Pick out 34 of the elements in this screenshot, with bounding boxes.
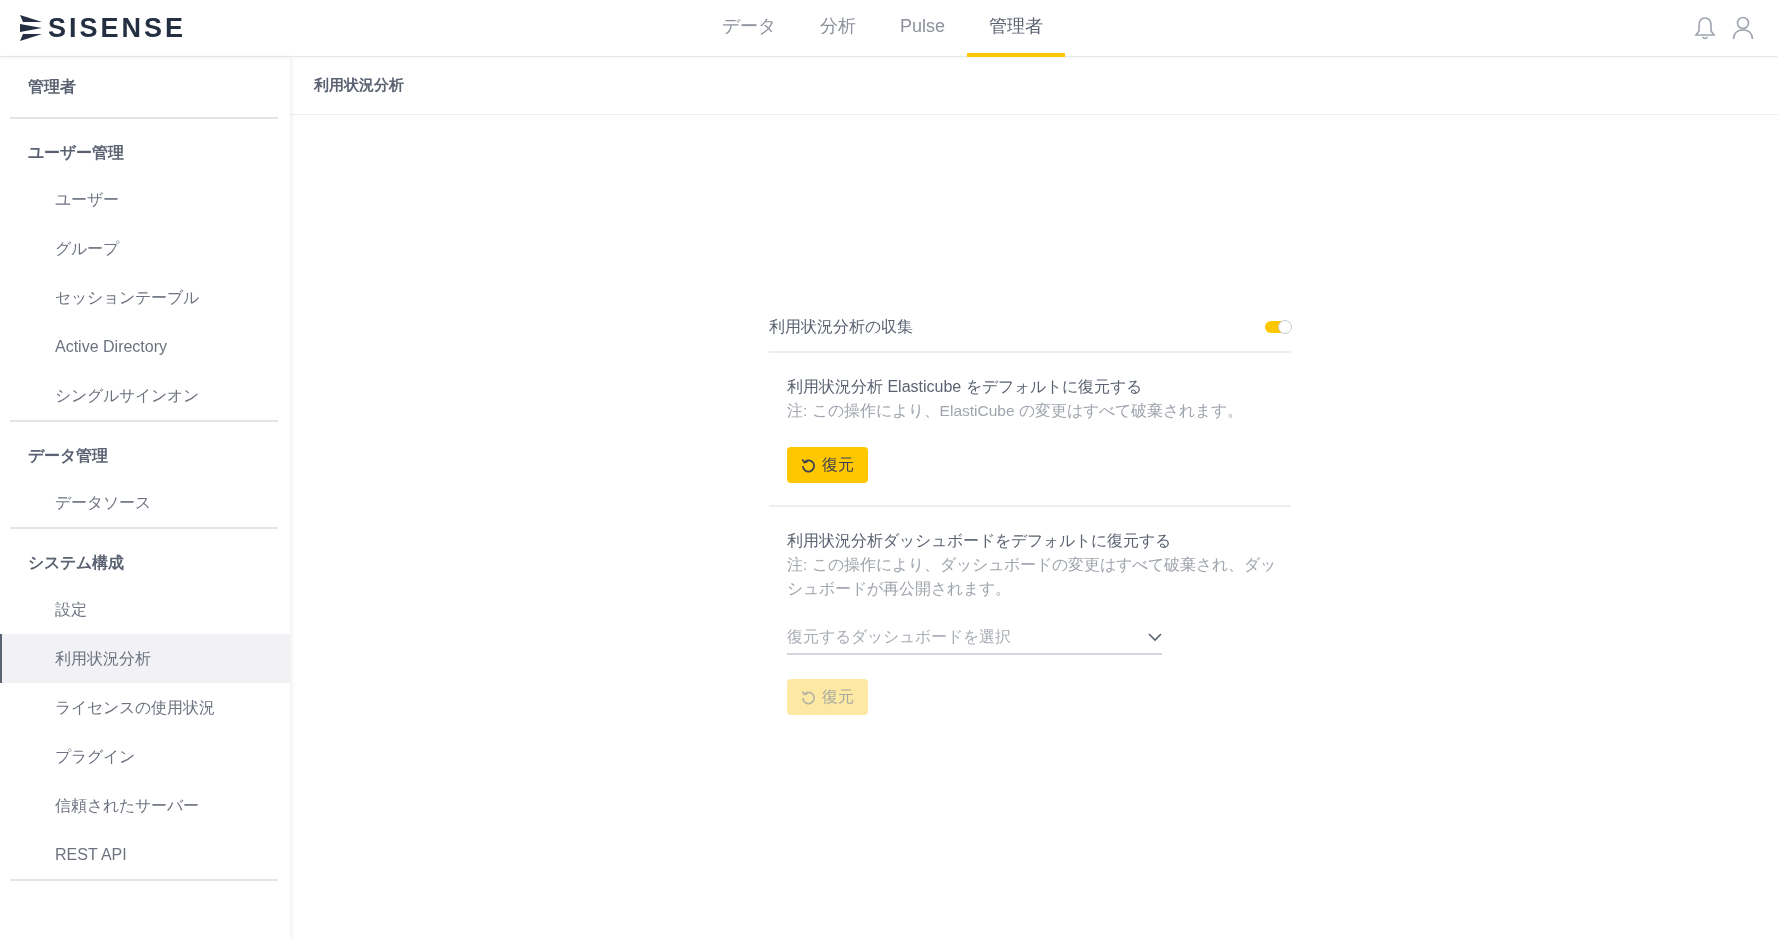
toggle-switch[interactable] bbox=[1265, 321, 1291, 333]
sidebar-item[interactable]: データソース bbox=[0, 478, 290, 527]
sidebar-item[interactable]: ライセンスの使用状況 bbox=[0, 683, 290, 732]
page-title: 利用状況分析 bbox=[290, 57, 1778, 115]
warning-note: 注: この操作により、ElastiCube の変更はすべて破棄されます。 bbox=[787, 401, 1244, 421]
sidebar-item[interactable]: REST API bbox=[0, 830, 290, 879]
chevron-down-icon bbox=[1148, 632, 1162, 642]
toggle-label: 利用状況分析の収集 bbox=[769, 317, 913, 337]
reset-icon bbox=[801, 689, 816, 705]
section-heading: システム構成 bbox=[27, 553, 125, 573]
sidebar-item[interactable]: 利用状況分析 bbox=[0, 634, 290, 683]
sidebar-title: 管理者 bbox=[27, 77, 77, 97]
sidebar-item[interactable]: 信頼されたサーバー bbox=[0, 781, 290, 830]
sidebar-item[interactable]: シングルサインオン bbox=[0, 371, 290, 420]
user-icon[interactable] bbox=[1732, 16, 1754, 40]
sidebar-item[interactable]: プラグイン bbox=[0, 732, 290, 781]
sidebar-item[interactable]: Active Directory bbox=[0, 322, 290, 371]
reset-icon bbox=[801, 457, 816, 473]
section-title: 利用状況分析ダッシュボードをデフォルトに復元する bbox=[787, 531, 1172, 551]
sidebar-item[interactable]: グループ bbox=[0, 224, 290, 273]
nav-tab[interactable]: データ bbox=[700, 0, 798, 57]
sidebar-item[interactable]: セッションテーブル bbox=[0, 273, 290, 322]
sidebar-item[interactable]: ユーザー bbox=[0, 175, 290, 224]
logo-text: SISENSE bbox=[48, 11, 187, 45]
nav-tab[interactable]: Pulse bbox=[878, 0, 968, 57]
warning-note: 注: この操作により、ダッシュボードの変更はすべて破棄され、ダッシュボードが再公開されます。 bbox=[787, 555, 1277, 599]
nav-tab[interactable]: 分析 bbox=[798, 0, 878, 57]
bell-icon[interactable] bbox=[1694, 16, 1716, 40]
section-heading: ユーザー管理 bbox=[27, 143, 125, 163]
nav-tab[interactable]: 管理者 bbox=[967, 0, 1066, 57]
section-heading: データ管理 bbox=[27, 446, 109, 466]
sidebar-item[interactable]: 設定 bbox=[0, 585, 290, 634]
section-title: 利用状況分析 Elasticube をデフォルトに復元する bbox=[787, 377, 1143, 397]
restore-button[interactable]: 復元 bbox=[787, 447, 868, 483]
